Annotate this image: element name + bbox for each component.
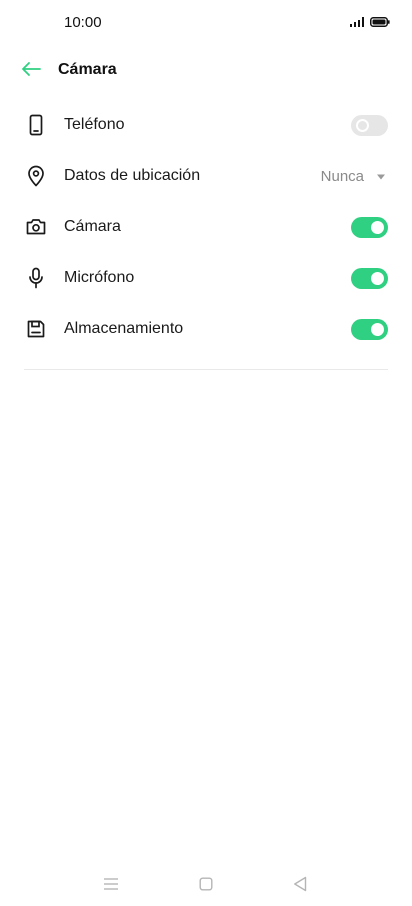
recents-button[interactable] bbox=[99, 874, 123, 898]
toggle-knob bbox=[371, 272, 384, 285]
phone-icon bbox=[24, 113, 48, 137]
location-pin-icon bbox=[24, 164, 48, 188]
permission-label: Datos de ubicación bbox=[64, 167, 201, 184]
nav-back-button[interactable] bbox=[288, 874, 312, 898]
permission-row-location[interactable]: Datos de ubicación Nunca bbox=[0, 151, 412, 202]
microphone-permission-toggle[interactable] bbox=[351, 268, 388, 289]
menu-icon bbox=[103, 877, 119, 896]
location-permission-dropdown[interactable]: Nunca bbox=[321, 167, 386, 185]
signal-icon bbox=[350, 14, 364, 32]
toggle-knob bbox=[371, 221, 384, 234]
permission-row-storage[interactable]: Almacenamiento bbox=[0, 304, 412, 355]
status-bar: 10:00 bbox=[0, 0, 412, 46]
system-nav-bar bbox=[0, 864, 412, 906]
permission-row-microphone[interactable]: Micrófono bbox=[0, 253, 412, 304]
toggle-knob bbox=[356, 119, 369, 132]
page-title: Cámara bbox=[58, 61, 117, 78]
dropdown-value: Nunca bbox=[320, 167, 364, 185]
caret-down-icon bbox=[376, 167, 386, 185]
permission-label: Almacenamiento bbox=[64, 320, 184, 337]
home-button[interactable] bbox=[194, 874, 218, 898]
permission-label: Micrófono bbox=[64, 269, 135, 286]
permission-label: Teléfono bbox=[64, 116, 125, 133]
toggle-knob bbox=[371, 323, 384, 336]
storage-icon bbox=[24, 317, 48, 341]
back-icon bbox=[293, 876, 307, 897]
back-button[interactable] bbox=[16, 58, 46, 84]
arrow-left-icon bbox=[21, 61, 41, 82]
phone-permission-toggle[interactable] bbox=[351, 115, 388, 136]
app-header: Cámara bbox=[0, 48, 412, 94]
status-icons bbox=[350, 14, 390, 32]
camera-permission-toggle[interactable] bbox=[351, 217, 388, 238]
status-time: 10:00 bbox=[64, 14, 102, 31]
permission-row-camera[interactable]: Cámara bbox=[0, 202, 412, 253]
microphone-icon bbox=[24, 266, 48, 290]
permission-row-phone[interactable]: Teléfono bbox=[0, 100, 412, 151]
camera-icon bbox=[24, 215, 48, 239]
home-icon bbox=[199, 877, 213, 896]
list-divider bbox=[24, 369, 388, 370]
permission-label: Cámara bbox=[64, 218, 121, 235]
battery-icon bbox=[370, 14, 390, 32]
storage-permission-toggle[interactable] bbox=[351, 319, 388, 340]
permissions-list: Teléfono Datos de ubicación Nunca Cámara… bbox=[0, 100, 412, 355]
